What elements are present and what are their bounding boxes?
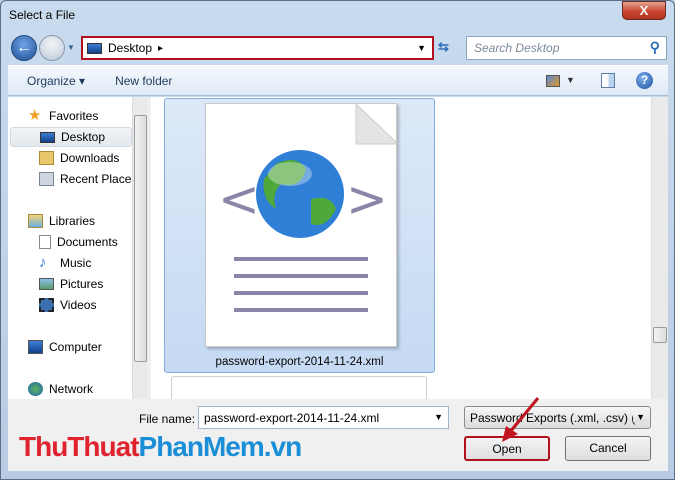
xml-file-icon: < >: [205, 102, 400, 347]
pictures-icon: [39, 278, 54, 290]
recent-pages-dropdown[interactable]: ▼: [67, 43, 75, 52]
file-item[interactable]: < > password-export-2014-11-24.xml: [164, 98, 435, 373]
pane-splitter[interactable]: [148, 97, 151, 399]
navigation-pane: ★ Favorites Desktop Downloads Recent Plac…: [8, 97, 132, 399]
file-name-label: File name:: [139, 412, 196, 426]
annotation-arrow-icon: [502, 397, 540, 442]
music-icon: ♪: [39, 254, 47, 271]
sidebar-scrollbar-thumb[interactable]: [134, 115, 147, 362]
window-title: Select a File: [9, 8, 76, 22]
content-area: ★ Favorites Desktop Downloads Recent Plac…: [8, 97, 668, 406]
desktop-icon: [87, 42, 102, 54]
sidebar-scrollbar[interactable]: [132, 97, 148, 399]
computer-icon: [28, 340, 43, 354]
file-name-label: password-export-2014-11-24.xml: [215, 356, 384, 368]
file-name-input[interactable]: password-export-2014-11-24.xml ▼: [198, 406, 449, 429]
svg-text:<: <: [218, 170, 260, 228]
address-location[interactable]: Desktop: [108, 41, 152, 55]
sidebar-item-network[interactable]: Network: [28, 379, 93, 399]
sidebar-item-videos[interactable]: Videos: [39, 295, 96, 315]
sidebar-item-downloads[interactable]: Downloads: [39, 148, 119, 168]
file-type-select[interactable]: Password Exports (.xml, .csv) (*. ▼: [464, 406, 651, 429]
address-dropdown-icon[interactable]: ▼: [417, 43, 426, 53]
forward-button[interactable]: [39, 35, 65, 61]
address-bar[interactable]: Desktop ▸ ▼: [81, 36, 434, 60]
back-button[interactable]: ←: [11, 35, 37, 61]
star-icon: ★: [28, 107, 42, 124]
preview-pane-icon[interactable]: [601, 73, 615, 88]
sidebar-item-desktop[interactable]: Desktop: [10, 127, 132, 147]
sidebar-item-documents[interactable]: Documents: [39, 232, 118, 252]
file-dialog: Select a File X ← ▼ Desktop ▸ ▼ ⇆ Search…: [0, 0, 675, 480]
file-type-dropdown-icon[interactable]: ▼: [633, 412, 645, 422]
sidebar-item-music[interactable]: ♪ Music: [39, 253, 91, 273]
content-scrollbar[interactable]: [651, 97, 668, 399]
libraries-icon: [28, 214, 43, 228]
videos-icon: [39, 298, 54, 312]
cancel-button[interactable]: Cancel: [565, 436, 651, 461]
downloads-folder-icon: [39, 151, 54, 165]
refresh-icon[interactable]: ⇆: [438, 39, 449, 55]
content-scrollbar-thumb[interactable]: [653, 327, 667, 343]
watermark-logo: ThuThuatPhanMem.vn: [19, 431, 302, 462]
search-placeholder: Search Desktop: [474, 41, 560, 55]
sidebar-item-pictures[interactable]: Pictures: [39, 274, 103, 294]
sidebar-item-libraries[interactable]: Libraries: [28, 211, 95, 231]
desktop-icon: [40, 131, 55, 143]
breadcrumb-arrow-icon[interactable]: ▸: [158, 43, 163, 54]
change-view-icon[interactable]: [546, 75, 560, 87]
svg-text:>: >: [346, 170, 388, 228]
toolbar: Organize ▾ New folder ▼ ?: [8, 65, 668, 96]
close-button[interactable]: X: [622, 1, 666, 20]
new-folder-button[interactable]: New folder: [115, 74, 172, 88]
recent-places-icon: [39, 172, 54, 186]
organize-button[interactable]: Organize ▾: [27, 74, 85, 88]
search-icon[interactable]: ⚲: [650, 39, 660, 56]
file-name-dropdown-icon[interactable]: ▼: [434, 412, 443, 422]
sidebar-item-recent-places[interactable]: Recent Places: [39, 169, 132, 189]
search-input[interactable]: Search Desktop ⚲: [466, 36, 667, 60]
documents-icon: [39, 235, 51, 249]
help-icon[interactable]: ?: [636, 72, 653, 89]
view-dropdown-icon[interactable]: ▼: [566, 75, 575, 85]
xml-globe-icon: < >: [218, 102, 400, 312]
network-icon: [28, 382, 43, 396]
sidebar-item-favorites[interactable]: ★ Favorites: [28, 106, 98, 126]
sidebar-item-computer[interactable]: Computer: [28, 337, 102, 357]
